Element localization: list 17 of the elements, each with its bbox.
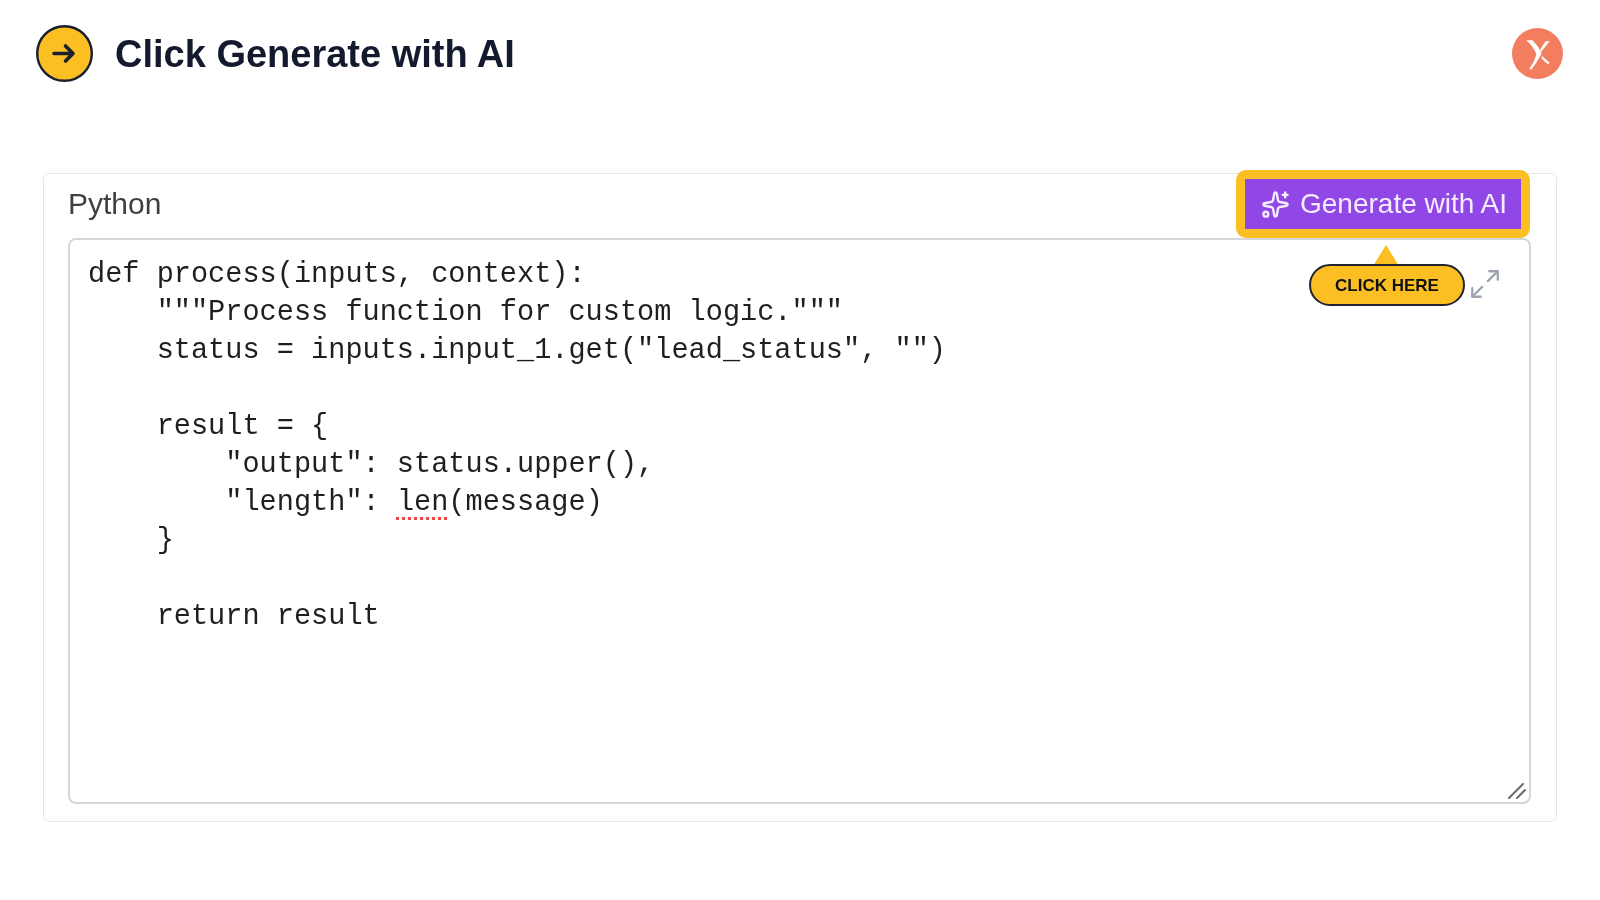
resize-handle-icon[interactable] bbox=[1508, 783, 1526, 799]
generate-button[interactable]: Generate with AI bbox=[1245, 179, 1521, 229]
code-editor[interactable] bbox=[68, 238, 1531, 804]
code-line: "output": status.upper(), bbox=[224, 447, 655, 483]
code-line: result = { bbox=[155, 409, 329, 445]
code-line: """Process function for custom logic.""" bbox=[155, 295, 843, 331]
code-line: def process(inputs, context): bbox=[88, 257, 586, 293]
expand-icon[interactable] bbox=[1468, 267, 1502, 301]
code-line: status = inputs.input_1.get("lead_status", "") bbox=[155, 333, 946, 369]
code-line: return result bbox=[155, 599, 380, 635]
x-logo-icon bbox=[1512, 28, 1563, 79]
code-line: } bbox=[155, 523, 174, 559]
arrow-right-icon bbox=[36, 25, 93, 82]
sparkle-icon bbox=[1261, 189, 1290, 219]
language-label: Python bbox=[68, 189, 162, 219]
code-line: "length": len(message) bbox=[224, 485, 603, 521]
step-title: Click Generate with AI bbox=[115, 34, 515, 73]
